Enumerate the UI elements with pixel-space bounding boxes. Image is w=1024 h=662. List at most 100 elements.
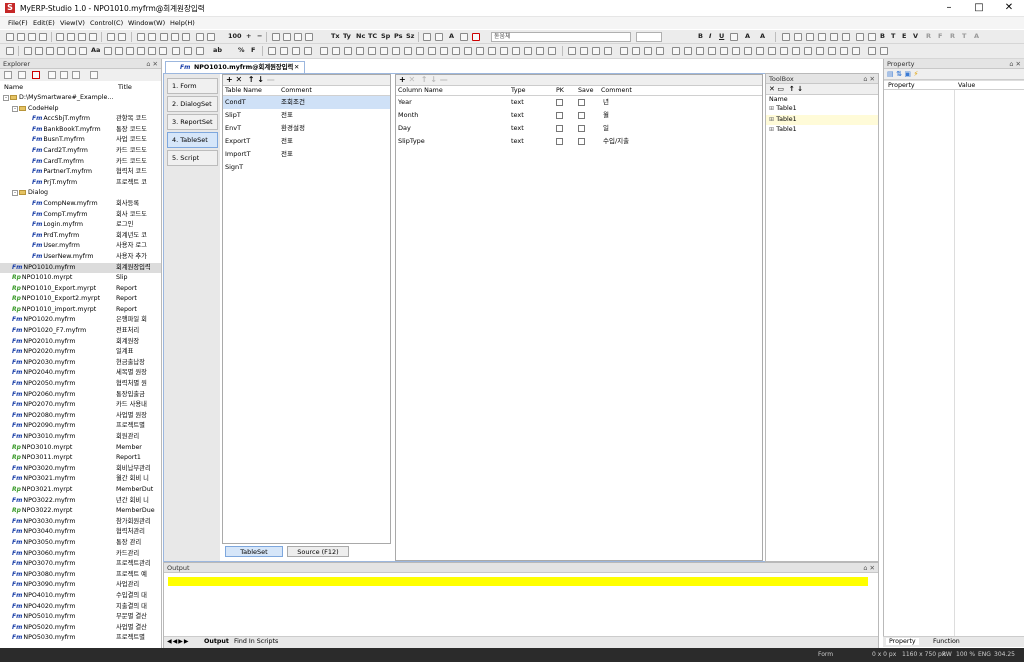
tree-item[interactable]: FmNPO2050.myfrm 협력처별 원 [0, 379, 161, 390]
copy-item-icon[interactable] [60, 71, 68, 79]
tree-item[interactable]: FmNPO3070.myfrm 프로젝트관리 [0, 559, 161, 570]
layout5-icon[interactable] [368, 47, 376, 55]
layout9-icon[interactable] [416, 47, 424, 55]
toolbox-item[interactable]: ⊞ Table1 [766, 125, 878, 136]
tab-source[interactable]: Source (F12) [287, 546, 349, 557]
paste-item-icon[interactable] [72, 71, 80, 79]
save-checkbox[interactable] [578, 138, 585, 145]
nav-dialogset[interactable]: 2. DialogSet [167, 96, 218, 112]
table-comment-cell[interactable]: 전표 [281, 135, 293, 148]
tree-folder[interactable]: - CodeHelp [0, 104, 161, 115]
tree-item[interactable]: FmNPO2060.myfrm 통장입출금 [0, 390, 161, 401]
col-up-icon[interactable]: ↑ [421, 75, 428, 84]
layout20-icon[interactable] [548, 47, 556, 55]
ctrl-aa-icon[interactable]: Aa [91, 46, 100, 54]
table-row[interactable]: SlipT 전표 [223, 109, 390, 122]
tree-item[interactable]: FmNPO3040.myfrm 협력처관리 [0, 527, 161, 538]
column-name-cell[interactable]: Day [398, 122, 411, 135]
save-all-icon[interactable] [39, 33, 47, 41]
close-button[interactable]: ✕ [994, 0, 1024, 17]
delete-icon[interactable] [89, 33, 97, 41]
tree-folder[interactable]: - Dialog [0, 188, 161, 199]
shape-round-icon[interactable] [292, 47, 300, 55]
column-type-cell[interactable]: text [511, 135, 524, 148]
strike-icon[interactable] [730, 33, 738, 41]
menu-view[interactable]: View(V) [60, 19, 85, 27]
table-name-cell[interactable]: SignT [225, 161, 243, 174]
sz-button[interactable]: Sz [406, 32, 414, 40]
table-row[interactable]: CondT 조회조건 [223, 96, 390, 109]
table-comment-cell[interactable]: 조회조건 [281, 96, 305, 109]
tree-item[interactable]: FmNPO3030.myfrm 참가회원관리 [0, 517, 161, 528]
col-name[interactable]: Name [4, 83, 23, 91]
align-j-icon[interactable] [780, 47, 788, 55]
layout-icon[interactable] [272, 33, 280, 41]
space-v2-icon[interactable] [656, 47, 664, 55]
toolbox-down-icon[interactable]: ↓ [797, 85, 803, 93]
tab-tableset[interactable]: TableSet [225, 546, 283, 557]
align-g-icon[interactable] [744, 47, 752, 55]
close-tab-icon[interactable]: ✕ [294, 62, 299, 73]
tree-item[interactable]: FmCompNew.myfrm 회사등록 [0, 199, 161, 210]
col-title[interactable]: Title [118, 83, 132, 91]
table-icon[interactable] [423, 33, 431, 41]
delete-item-icon[interactable] [32, 71, 40, 79]
tc-button[interactable]: TC [368, 32, 377, 40]
tree-item[interactable]: RpNPO1010_Export2.myrpt Report [0, 294, 161, 305]
pointer-icon[interactable] [6, 47, 14, 55]
nav-tableset[interactable]: 4. TableSet [167, 132, 218, 148]
clear-icon[interactable]: — [267, 75, 275, 84]
t2-button[interactable]: T [962, 32, 966, 40]
tree-root[interactable]: - D:\MySmartware#_Example... [0, 93, 161, 104]
tree-item[interactable]: FmNPO2020.myfrm 일계표 [0, 347, 161, 358]
align-d-icon[interactable] [708, 47, 716, 55]
refresh-icon[interactable] [90, 71, 98, 79]
tree-item[interactable]: FmNPO5020.myfrm 사업별 결산 [0, 623, 161, 634]
move-down-icon[interactable]: ↓ [257, 75, 264, 84]
tree-item[interactable]: FmPrdT.myfrm 회계년도 코 [0, 231, 161, 242]
snap-icon[interactable] [305, 33, 313, 41]
nav-script[interactable]: 5. Script [167, 150, 218, 166]
tree-item[interactable]: FmAccSbjT.myfrm 관항목 코드 [0, 114, 161, 125]
tree-item[interactable]: RpNPO3021.myrpt MemberDut [0, 485, 161, 496]
preview-icon[interactable] [171, 33, 179, 41]
layout14-icon[interactable] [476, 47, 484, 55]
tree-item[interactable]: FmNPO2070.myfrm 카드 사용내 [0, 400, 161, 411]
tree-item[interactable]: FmPrjT.myfrm 프로젝트 코 [0, 178, 161, 189]
f-button[interactable]: F [938, 32, 942, 40]
tree-item[interactable]: FmCompT.myfrm 회사 코드도 [0, 210, 161, 221]
menu-edit[interactable]: Edit(E) [33, 19, 55, 27]
valign-top-icon[interactable] [818, 33, 826, 41]
valign-bottom-icon[interactable] [842, 33, 850, 41]
collapse-icon[interactable]: - [12, 105, 18, 112]
bold-button[interactable]: B [698, 32, 703, 40]
minimize-button[interactable]: – [934, 0, 964, 17]
tx-button[interactable]: Tx [331, 32, 340, 40]
layout10-icon[interactable] [428, 47, 436, 55]
ctrl-memo-icon[interactable] [115, 47, 123, 55]
v-button[interactable]: V [913, 32, 918, 40]
col-down-icon[interactable]: ↓ [430, 75, 437, 84]
replace-icon[interactable] [148, 33, 156, 41]
layout12-icon[interactable] [452, 47, 460, 55]
tree-item[interactable]: FmUserNew.myfrm 사용자 추가 [0, 252, 161, 263]
pk-checkbox[interactable] [556, 138, 563, 145]
zoom-out-icon[interactable]: − [257, 32, 262, 40]
tree-item[interactable]: FmNPO3090.myfrm 사업관리 [0, 580, 161, 591]
pk-checkbox[interactable] [556, 112, 563, 119]
ctrl-grid-icon[interactable] [68, 47, 76, 55]
zoom-label[interactable]: 100 [228, 32, 242, 40]
ctrl-combo-icon[interactable] [46, 47, 54, 55]
tree-item[interactable]: FmBusnT.myfrm 사업 코드도 [0, 135, 161, 146]
align-center-icon[interactable] [794, 33, 802, 41]
ctrl-btn-icon[interactable] [104, 47, 112, 55]
output-pin-icon[interactable]: ⌂ ✕ [863, 563, 875, 573]
column-comment-cell[interactable]: 월 [603, 109, 609, 122]
align-c-icon[interactable] [696, 47, 704, 55]
layout11-icon[interactable] [440, 47, 448, 55]
redo-icon[interactable] [118, 33, 126, 41]
font-color-icon[interactable]: A [745, 32, 750, 40]
font-size-select[interactable] [636, 32, 662, 42]
column-comment-cell[interactable]: 수입/지출 [603, 135, 629, 148]
tree-item[interactable]: FmNPO4020.myfrm 지출결의 대 [0, 602, 161, 613]
